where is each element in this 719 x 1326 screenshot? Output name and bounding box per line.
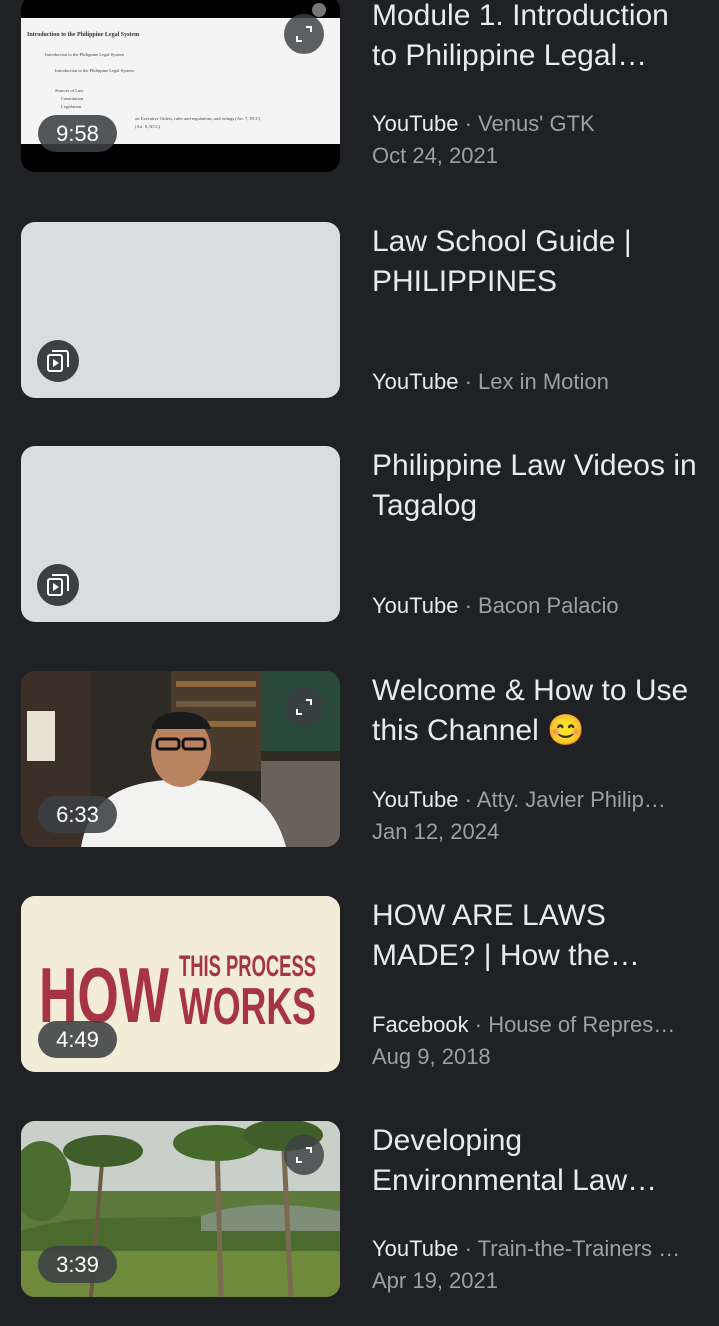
result-channel: Venus' GTK [478, 111, 595, 136]
thumb-line: Sources of Law [55, 88, 84, 93]
result-item[interactable]: Introduction to the Philippine Legal Sys… [0, 0, 719, 172]
result-item[interactable]: Law School Guide | PHILIPPINES YouTube ·… [0, 222, 719, 398]
result-source: Facebook [372, 1012, 469, 1037]
thumb-line: Constitution [61, 96, 84, 101]
result-title[interactable]: Welcome & How to Use this Channel 😊 [372, 671, 702, 751]
result-date: Jan 12, 2024 [372, 819, 500, 844]
meta-separator: · [468, 1012, 489, 1037]
expand-button[interactable] [284, 14, 324, 54]
duration-badge: 6:33 [38, 796, 117, 833]
result-title[interactable]: HOW ARE LAWS MADE? | How the… [372, 896, 702, 976]
result-meta: YouTube · Train-the-Trainers … [372, 1234, 702, 1264]
playlist-play-icon [47, 574, 69, 596]
video-thumbnail[interactable]: Introduction to the Philippine Legal Sys… [21, 0, 340, 172]
expand-icon [296, 26, 312, 42]
meta-separator: · [458, 111, 479, 136]
result-item[interactable]: 3:39 Developing Environmental Law… YouTu… [0, 1121, 719, 1297]
result-meta: Facebook · House of Repres… [372, 1010, 702, 1040]
playlist-badge [37, 340, 79, 382]
result-item[interactable]: 6:33 Welcome & How to Use this Channel 😊… [0, 671, 719, 847]
result-channel: Bacon Palacio [478, 593, 619, 618]
result-meta: YouTube · Atty. Javier Philip… [372, 785, 702, 815]
result-date: Aug 9, 2018 [372, 1044, 491, 1069]
playlist-thumbnail[interactable] [21, 446, 340, 622]
playlist-play-icon [47, 350, 69, 372]
meta-separator: · [458, 369, 479, 394]
meta-separator: · [458, 787, 477, 812]
result-meta: YouTube · Lex in Motion [372, 367, 702, 397]
result-channel: House of Repres… [488, 1012, 676, 1037]
result-channel: Train-the-Trainers … [477, 1236, 681, 1261]
expand-icon [296, 699, 312, 715]
result-meta: YouTube · Bacon Palacio [372, 591, 702, 621]
result-title[interactable]: Philippine Law Videos in Tagalog [372, 446, 702, 526]
duration-badge: 3:39 [38, 1246, 117, 1283]
result-source: YouTube [372, 111, 459, 136]
meta-separator: · [458, 1236, 478, 1261]
video-thumbnail[interactable]: 3:39 [21, 1121, 340, 1297]
result-meta: YouTube · Venus' GTK [372, 109, 702, 139]
thumb-bottom-text: WORKS [179, 978, 316, 1036]
expand-button[interactable] [284, 687, 324, 727]
video-thumbnail[interactable]: HOW THIS PROCESS WORKS 4:49 [21, 896, 340, 1072]
result-source: YouTube [372, 593, 459, 618]
duration-badge: 4:49 [38, 1021, 117, 1058]
playlist-thumbnail[interactable] [21, 222, 340, 398]
thumb-line: Legislation [61, 104, 82, 109]
result-item[interactable]: Philippine Law Videos in Tagalog YouTube… [0, 446, 719, 622]
result-item[interactable]: HOW THIS PROCESS WORKS 4:49 HOW ARE LAWS… [0, 896, 719, 1072]
result-source: YouTube [372, 1236, 459, 1261]
result-title[interactable]: Module 1. Introduction to Philippine Leg… [372, 0, 702, 76]
playlist-badge [37, 564, 79, 606]
video-thumbnail[interactable]: 6:33 [21, 671, 340, 847]
result-title[interactable]: Law School Guide | PHILIPPINES [372, 222, 702, 302]
duration-badge: 9:58 [38, 115, 117, 152]
expand-icon [296, 1147, 312, 1163]
expand-button[interactable] [284, 1135, 324, 1175]
thumb-line: Introduction to the Philippine Legal Sys… [55, 68, 134, 73]
result-channel: Lex in Motion [478, 369, 609, 394]
result-channel: Atty. Javier Philip… [476, 787, 666, 812]
result-date: Oct 24, 2021 [372, 143, 498, 168]
thumb-line: Introduction to the Philippine Legal Sys… [45, 52, 124, 57]
result-date: Apr 19, 2021 [372, 1268, 498, 1293]
meta-separator: · [458, 593, 479, 618]
result-source: YouTube [372, 787, 459, 812]
thumb-heading: Introduction to the Philippine Legal Sys… [27, 32, 139, 38]
result-source: YouTube [372, 369, 459, 394]
result-title[interactable]: Developing Environmental Law… [372, 1121, 702, 1201]
